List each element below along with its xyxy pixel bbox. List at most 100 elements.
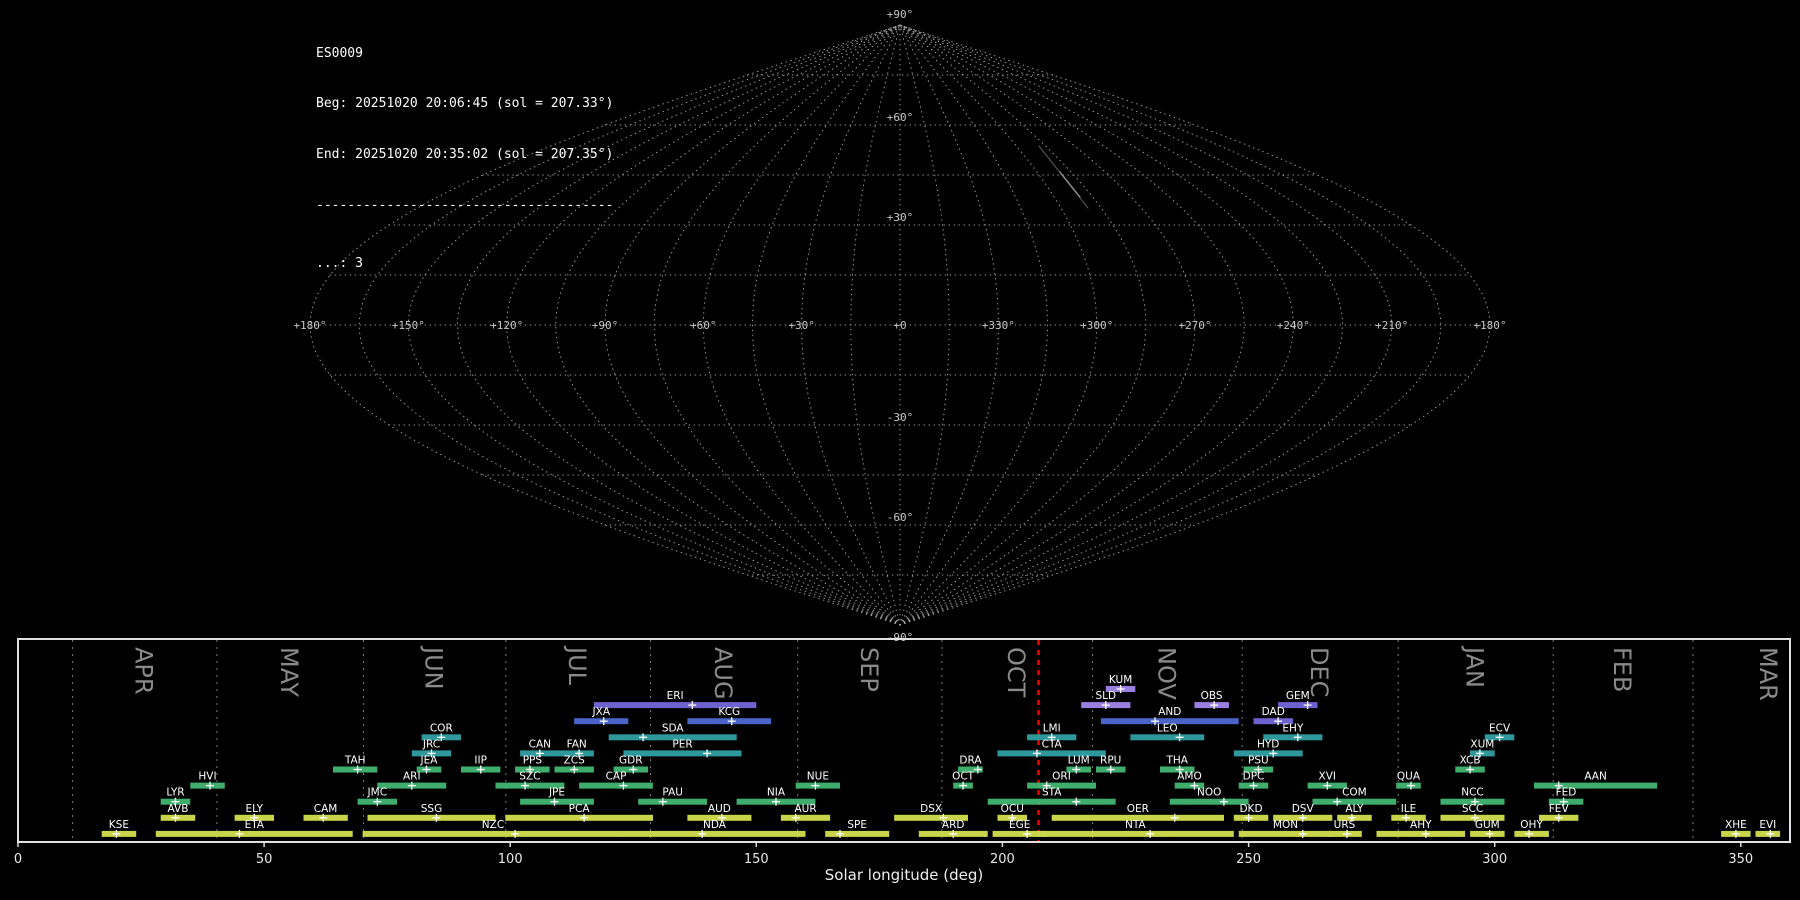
- shower-AHY: AHY: [1376, 819, 1466, 838]
- shower-code-label: CAN: [529, 738, 551, 750]
- shower-code-label: LMI: [1043, 722, 1061, 734]
- shower-code-label: SLD: [1095, 690, 1116, 702]
- shower-code-label: ZCS: [564, 755, 586, 767]
- latitude-label: -90°: [887, 631, 914, 644]
- x-tick-label: 150: [744, 852, 769, 867]
- shower-code-label: ECV: [1489, 722, 1511, 734]
- shower-bar: [367, 814, 496, 821]
- longitude-label: +150°: [392, 319, 425, 332]
- shower-code-label: GDR: [619, 755, 643, 767]
- shower-QUA: QUA: [1396, 771, 1421, 790]
- shower-code-label: DSX: [920, 803, 942, 815]
- shower-code-label: AUR: [795, 803, 817, 815]
- shower-code-label: JPE: [548, 787, 565, 799]
- shower-code-label: ELY: [246, 803, 264, 815]
- shower-GUM: GUM: [1470, 819, 1505, 838]
- longitude-label: +60°: [690, 319, 717, 332]
- shower-code-label: ORI: [1052, 771, 1071, 783]
- shower-code-label: OBS: [1201, 690, 1223, 702]
- shower-SLD: SLD: [1081, 690, 1131, 710]
- shower-ARI: ARI: [377, 771, 447, 790]
- shower-code-label: AHY: [1410, 819, 1432, 831]
- shower-code-label: EHY: [1282, 722, 1304, 734]
- shower-EVI: EVI: [1755, 819, 1781, 838]
- separator-line: --------------------------------------: [316, 197, 614, 213]
- shower-bar: [780, 814, 831, 821]
- shower-code-label: KCG: [718, 706, 740, 718]
- shower-code-label: NDA: [703, 819, 727, 831]
- longitude-label: +30°: [788, 319, 815, 332]
- shower-code-label: SZC: [519, 771, 540, 783]
- shower-bar: [825, 830, 890, 837]
- month-label: APR: [130, 647, 158, 695]
- shower-FEV: FEV: [1539, 803, 1579, 822]
- month-label: JAN: [1461, 645, 1489, 688]
- month-label: MAY: [275, 647, 303, 697]
- shower-JXA: JXA: [574, 706, 629, 726]
- shower-code-label: NCC: [1461, 787, 1484, 799]
- shower-code-label: FED: [1556, 787, 1577, 799]
- longitude-label: +270°: [1178, 319, 1211, 332]
- shower-code-label: NZC: [482, 819, 504, 831]
- month-label: AUG: [709, 647, 737, 700]
- x-axis-title: Solar longitude (deg): [825, 866, 983, 884]
- meteor-trails: [1038, 145, 1089, 209]
- shower-code-label: COM: [1342, 787, 1367, 799]
- shower-code-label: JRC: [422, 738, 440, 750]
- shower-code-label: XVI: [1319, 771, 1336, 783]
- month-label: MAR: [1754, 647, 1782, 701]
- x-tick-label: 0: [14, 852, 22, 867]
- detection-count: ...: 3: [316, 256, 363, 272]
- begin-time: Beg: 20251020 20:06:45 (sol = 207.33°): [316, 96, 614, 112]
- shower-code-label: KUM: [1109, 674, 1132, 686]
- shower-bar: [505, 814, 653, 821]
- shower-SPE: SPE: [825, 819, 890, 838]
- shower-code-label: DPC: [1243, 771, 1265, 783]
- shower-code-label: NTA: [1125, 819, 1146, 831]
- shower-TAH: TAH: [333, 755, 378, 774]
- shower-code-label: DAD: [1262, 706, 1285, 718]
- longitude-label: +0: [893, 319, 906, 332]
- shower-NDA: NDA: [623, 819, 806, 838]
- month-label: JUL: [563, 645, 591, 686]
- shower-HVI: HVI: [190, 771, 225, 790]
- shower-code-label: AND: [1158, 706, 1181, 718]
- shower-NUE: NUE: [795, 771, 840, 790]
- shower-ZCS: ZCS: [554, 755, 594, 774]
- month-label: OCT: [1002, 647, 1030, 698]
- longitude-label: +90°: [592, 319, 619, 332]
- x-tick-label: 50: [256, 852, 273, 867]
- latitude-label: -30°: [887, 411, 914, 424]
- shower-code-label: GUM: [1475, 819, 1500, 831]
- shower-code-label: JXA: [592, 706, 611, 718]
- shower-bar: [362, 830, 624, 837]
- shower-code-label: AAN: [1584, 771, 1607, 783]
- shower-code-label: OHY: [1520, 819, 1543, 831]
- longitude-label: +180°: [293, 319, 326, 332]
- shower-bar: [1376, 830, 1466, 837]
- shower-code-label: COR: [430, 722, 453, 734]
- shower-code-label: LEO: [1157, 722, 1178, 734]
- shower-code-label: CAP: [606, 771, 627, 783]
- shower-code-label: MON: [1273, 819, 1298, 831]
- shower-code-label: XCB: [1460, 755, 1481, 767]
- shower-code-label: ARI: [403, 771, 421, 783]
- capture-info: ES0009 Beg: 20251020 20:06:45 (sol = 207…: [316, 12, 613, 290]
- shower-code-label: PCA: [569, 803, 591, 815]
- shower-bar: [638, 798, 708, 805]
- shower-code-label: DKD: [1239, 803, 1262, 815]
- shower-code-label: AUD: [708, 803, 731, 815]
- shower-DKD: DKD: [1233, 803, 1269, 822]
- shower-code-label: PPS: [523, 755, 543, 767]
- meteor-trail: [1059, 171, 1081, 198]
- longitude-label: +180°: [1473, 319, 1506, 332]
- shower-code-label: NIA: [767, 787, 786, 799]
- shower-bar: [155, 830, 353, 837]
- shower-code-label: TAH: [344, 755, 366, 767]
- shower-AAN: AAN: [1534, 771, 1658, 790]
- shower-code-label: NUE: [807, 771, 829, 783]
- shower-PAU: PAU: [638, 787, 708, 806]
- latitude-label: +30°: [887, 211, 914, 224]
- shower-code-label: OER: [1127, 803, 1149, 815]
- x-tick-label: 350: [1728, 852, 1753, 867]
